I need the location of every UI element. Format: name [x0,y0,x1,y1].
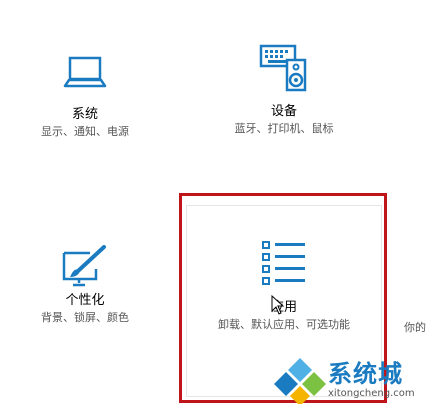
mouse-cursor-icon [271,295,285,315]
tile-system-title: 系统 [71,107,98,122]
tile-devices-title: 设备 [270,104,297,119]
watermark: 系统城 xitongcheng.com [272,350,428,408]
watermark-text: 系统城 [328,360,403,388]
tile-personalization[interactable]: 个性化 背景、锁屏、颜色 [30,245,140,325]
tile-devices-desc: 蓝牙、打印机、鼠标 [234,122,334,135]
tile-system[interactable]: 系统 显示、通知、电源 [30,55,140,139]
partial-tile-desc: 你的 [404,321,426,334]
laptop-icon [63,56,107,88]
watermark-url: xitongcheng.com [328,388,415,399]
paint-brush-icon [62,245,106,287]
tile-devices[interactable]: 设备 蓝牙、打印机、鼠标 [224,44,344,136]
keyboard-speaker-icon [259,44,307,92]
tile-personalization-desc: 背景、锁屏、颜色 [41,311,129,324]
settings-page: 系统 显示、通知、电源 设备 蓝牙、打印机、鼠标 个性化 背景、锁屏、颜色 应用… [0,0,428,409]
watermark-logo-icon [274,354,326,404]
tile-system-desc: 显示、通知、电源 [41,125,129,138]
tile-personalization-title: 个性化 [65,293,105,308]
